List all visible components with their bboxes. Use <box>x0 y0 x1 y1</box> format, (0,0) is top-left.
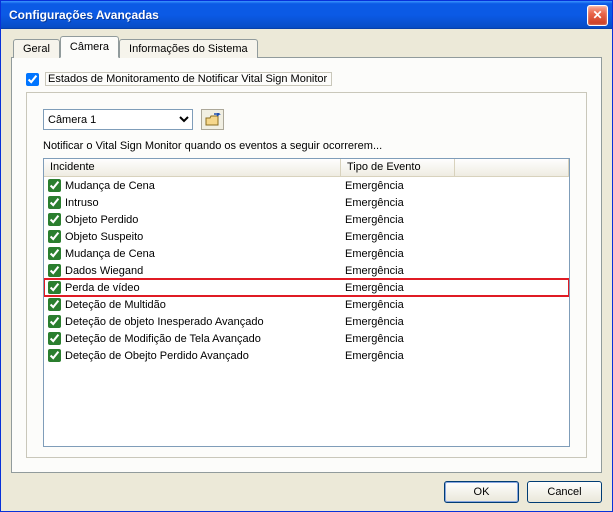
cell-incident: Intruso <box>44 196 341 209</box>
folder-arrow-icon <box>205 113 221 127</box>
close-icon: ✕ <box>592 8 602 22</box>
cell-event-type: Emergência <box>341 248 455 260</box>
column-spacer <box>455 159 569 177</box>
tab-label: Câmera <box>70 41 109 53</box>
incident-label: Perda de vídeo <box>65 282 140 294</box>
incident-label: Deteção de objeto Inesperado Avançado <box>65 316 264 328</box>
cell-event-type: Emergência <box>341 316 455 328</box>
row-checkbox[interactable] <box>48 298 61 311</box>
cell-event-type: Emergência <box>341 180 455 192</box>
cell-incident: Objeto Perdido <box>44 213 341 226</box>
listview-header: Incidente Tipo de Evento <box>44 159 569 177</box>
row-checkbox[interactable] <box>48 179 61 192</box>
table-row[interactable]: Objeto Perdido Emergência <box>44 211 569 228</box>
table-row[interactable]: Deteção de Modifição de Tela Avançado Eme… <box>44 330 569 347</box>
cell-event-type: Emergência <box>341 350 455 362</box>
dialog-button-row: OK Cancel <box>11 473 602 503</box>
cell-event-type: Emergência <box>341 197 455 209</box>
incident-label: Deteção de Obejto Perdido Avançado <box>65 350 249 362</box>
cell-event-type: Emergência <box>341 282 455 294</box>
table-row[interactable]: Objeto Suspeito Emergência <box>44 228 569 245</box>
row-checkbox[interactable] <box>48 332 61 345</box>
events-listview: Incidente Tipo de Evento Mudança de Cena… <box>43 158 570 447</box>
dialog-window: Configurações Avançadas ✕ Geral Câmera I… <box>0 0 613 512</box>
tab-strip: Geral Câmera Informações do Sistema <box>11 36 602 58</box>
table-row[interactable]: Deteção de Obejto Perdido Avançado Emergê… <box>44 347 569 364</box>
cell-event-type: Emergência <box>341 231 455 243</box>
incident-label: Mudança de Cena <box>65 248 155 260</box>
row-checkbox[interactable] <box>48 247 61 260</box>
column-incident[interactable]: Incidente <box>44 159 341 177</box>
description-text: Notificar o Vital Sign Monitor quando os… <box>43 140 570 152</box>
cell-incident: Mudança de Cena <box>44 247 341 260</box>
incident-label: Intruso <box>65 197 99 209</box>
table-row[interactable]: Dados Wiegand Emergência <box>44 262 569 279</box>
row-checkbox[interactable] <box>48 196 61 209</box>
button-label: OK <box>474 486 490 498</box>
column-label: Incidente <box>50 161 95 173</box>
column-label: Tipo de Evento <box>347 161 421 173</box>
incident-label: Dados Wiegand <box>65 265 143 277</box>
table-row[interactable]: Deteção de Multidão Emergência <box>44 296 569 313</box>
incident-label: Objeto Suspeito <box>65 231 143 243</box>
row-checkbox[interactable] <box>48 349 61 362</box>
row-checkbox[interactable] <box>48 230 61 243</box>
tab-panel-camera: Estados de Monitoramento de Notificar Vi… <box>11 57 602 473</box>
client-area: Geral Câmera Informações do Sistema Esta… <box>1 29 612 511</box>
ok-button[interactable]: OK <box>444 481 519 503</box>
cancel-button[interactable]: Cancel <box>527 481 602 503</box>
open-camera-button[interactable] <box>201 109 224 130</box>
camera-row: Câmera 1 <box>43 109 570 130</box>
table-row[interactable]: Mudança de Cena Emergência <box>44 177 569 194</box>
tab-geral[interactable]: Geral <box>13 39 60 58</box>
group-toggle-label: Estados de Monitoramento de Notificar Vi… <box>45 72 332 86</box>
button-label: Cancel <box>547 486 581 498</box>
incident-label: Deteção de Multidão <box>65 299 166 311</box>
tab-label: Geral <box>23 43 50 55</box>
cell-event-type: Emergência <box>341 333 455 345</box>
table-row[interactable]: Intruso Emergência <box>44 194 569 211</box>
window-title: Configurações Avançadas <box>9 8 587 22</box>
cell-incident: Perda de vídeo <box>44 281 341 294</box>
listview-body[interactable]: Mudança de Cena Emergência Intruso Emergênc… <box>44 177 569 446</box>
row-checkbox[interactable] <box>48 264 61 277</box>
cell-incident: Deteção de objeto Inesperado Avançado <box>44 315 341 328</box>
cell-event-type: Emergência <box>341 299 455 311</box>
cell-event-type: Emergência <box>341 265 455 277</box>
titlebar: Configurações Avançadas ✕ <box>1 1 612 29</box>
table-row[interactable]: Perda de vídeo Emergência <box>44 279 569 296</box>
incident-label: Objeto Perdido <box>65 214 138 226</box>
table-row[interactable]: Deteção de objeto Inesperado Avançado Eme… <box>44 313 569 330</box>
row-checkbox[interactable] <box>48 281 61 294</box>
incident-label: Mudança de Cena <box>65 180 155 192</box>
tab-info[interactable]: Informações do Sistema <box>119 39 258 58</box>
groupbox-vsm: Câmera 1 Notificar o Vital Sign Monitor … <box>26 92 587 458</box>
group-toggle-row: Estados de Monitoramento de Notificar Vi… <box>26 72 587 86</box>
cell-incident: Dados Wiegand <box>44 264 341 277</box>
cell-incident: Deteção de Multidão <box>44 298 341 311</box>
cell-incident: Mudança de Cena <box>44 179 341 192</box>
tab-camera[interactable]: Câmera <box>60 36 119 58</box>
cell-incident: Objeto Suspeito <box>44 230 341 243</box>
cell-event-type: Emergência <box>341 214 455 226</box>
camera-select[interactable]: Câmera 1 <box>43 109 193 130</box>
row-checkbox[interactable] <box>48 315 61 328</box>
cell-incident: Deteção de Modifição de Tela Avançado <box>44 332 341 345</box>
tab-label: Informações do Sistema <box>129 43 248 55</box>
column-event-type[interactable]: Tipo de Evento <box>341 159 455 177</box>
cell-incident: Deteção de Obejto Perdido Avançado <box>44 349 341 362</box>
group-toggle-checkbox[interactable] <box>26 73 39 86</box>
close-button[interactable]: ✕ <box>587 5 608 26</box>
incident-label: Deteção de Modifição de Tela Avançado <box>65 333 261 345</box>
row-checkbox[interactable] <box>48 213 61 226</box>
table-row[interactable]: Mudança de Cena Emergência <box>44 245 569 262</box>
